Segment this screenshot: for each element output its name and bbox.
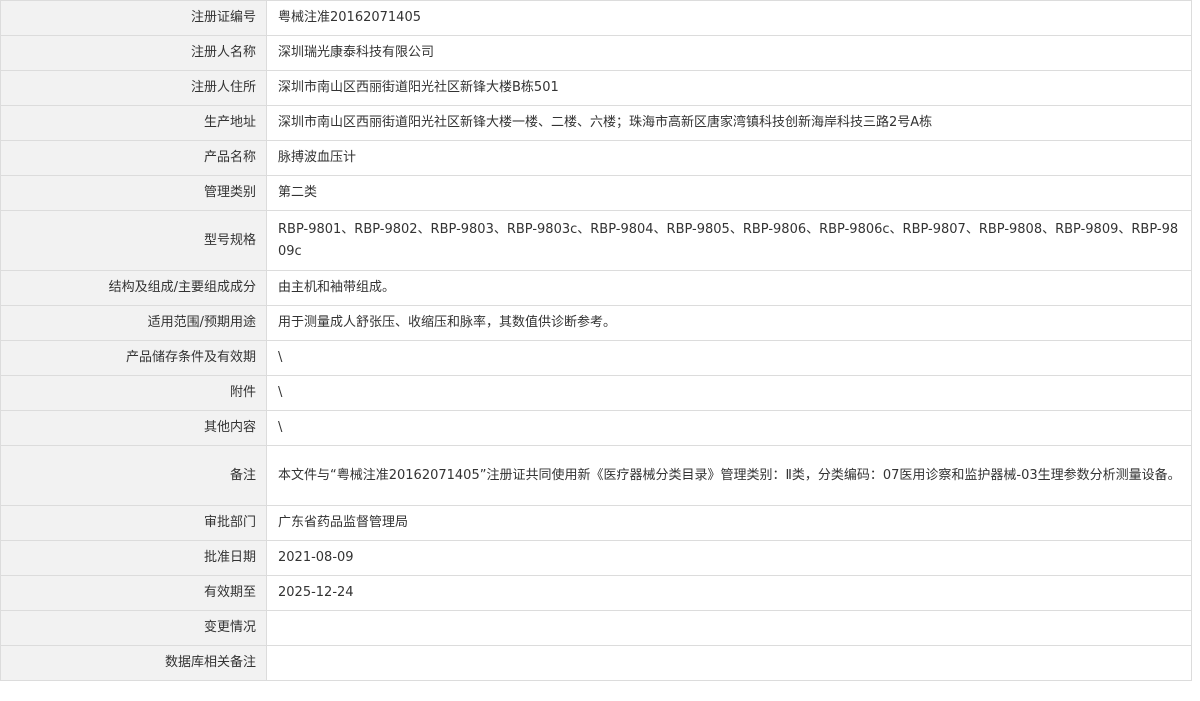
- row-approval-department: 审批部门 广东省药品监督管理局: [0, 505, 1192, 541]
- row-label: 注册证编号: [0, 0, 267, 36]
- row-label: 产品名称: [0, 140, 267, 176]
- row-model-spec: 型号规格 RBP-9801、RBP-9802、RBP-9803、RBP-9803…: [0, 210, 1192, 271]
- row-attachments: 附件 \: [0, 375, 1192, 411]
- row-value: 深圳市南山区西丽街道阳光社区新锋大楼B栋501: [266, 70, 1192, 106]
- row-remarks: 备注 本文件与“粤械注准20162071405”注册证共同使用新《医疗器械分类目…: [0, 445, 1192, 506]
- row-value: \: [266, 375, 1192, 411]
- row-intended-use: 适用范围/预期用途 用于测量成人舒张压、收缩压和脉率，其数值供诊断参考。: [0, 305, 1192, 341]
- row-value: \: [266, 410, 1192, 446]
- row-other-content: 其他内容 \: [0, 410, 1192, 446]
- row-label: 管理类别: [0, 175, 267, 211]
- row-label: 生产地址: [0, 105, 267, 141]
- row-label: 注册人名称: [0, 35, 267, 71]
- row-production-address: 生产地址 深圳市南山区西丽街道阳光社区新锋大楼一楼、二楼、六楼；珠海市高新区唐家…: [0, 105, 1192, 141]
- row-value: 粤械注准20162071405: [266, 0, 1192, 36]
- row-value: 深圳瑞光康泰科技有限公司: [266, 35, 1192, 71]
- row-database-remarks: 数据库相关备注: [0, 645, 1192, 681]
- row-label: 有效期至: [0, 575, 267, 611]
- row-label: 附件: [0, 375, 267, 411]
- row-change-status: 变更情况: [0, 610, 1192, 646]
- row-value: 深圳市南山区西丽街道阳光社区新锋大楼一楼、二楼、六楼；珠海市高新区唐家湾镇科技创…: [266, 105, 1192, 141]
- row-label: 备注: [0, 445, 267, 506]
- row-value: 第二类: [266, 175, 1192, 211]
- row-label: 其他内容: [0, 410, 267, 446]
- row-value: [266, 610, 1192, 646]
- row-value: 广东省药品监督管理局: [266, 505, 1192, 541]
- row-approval-date: 批准日期 2021-08-09: [0, 540, 1192, 576]
- row-registrant-address: 注册人住所 深圳市南山区西丽街道阳光社区新锋大楼B栋501: [0, 70, 1192, 106]
- row-label: 注册人住所: [0, 70, 267, 106]
- row-storage-validity: 产品储存条件及有效期 \: [0, 340, 1192, 376]
- row-label: 审批部门: [0, 505, 267, 541]
- row-label: 批准日期: [0, 540, 267, 576]
- row-value: \: [266, 340, 1192, 376]
- registration-detail-table: 注册证编号 粤械注准20162071405 注册人名称 深圳瑞光康泰科技有限公司…: [0, 0, 1192, 681]
- row-management-class: 管理类别 第二类: [0, 175, 1192, 211]
- row-label: 型号规格: [0, 210, 267, 271]
- row-label: 数据库相关备注: [0, 645, 267, 681]
- row-value: 用于测量成人舒张压、收缩压和脉率，其数值供诊断参考。: [266, 305, 1192, 341]
- row-value: 2025-12-24: [266, 575, 1192, 611]
- row-value: 由主机和袖带组成。: [266, 270, 1192, 306]
- row-registrant-name: 注册人名称 深圳瑞光康泰科技有限公司: [0, 35, 1192, 71]
- row-value: 本文件与“粤械注准20162071405”注册证共同使用新《医疗器械分类目录》管…: [266, 445, 1192, 506]
- row-label: 变更情况: [0, 610, 267, 646]
- row-value: [266, 645, 1192, 681]
- row-label: 产品储存条件及有效期: [0, 340, 267, 376]
- row-label: 结构及组成/主要组成成分: [0, 270, 267, 306]
- row-label: 适用范围/预期用途: [0, 305, 267, 341]
- row-registration-number: 注册证编号 粤械注准20162071405: [0, 0, 1192, 36]
- row-value: RBP-9801、RBP-9802、RBP-9803、RBP-9803c、RBP…: [266, 210, 1192, 271]
- row-product-name: 产品名称 脉搏波血压计: [0, 140, 1192, 176]
- row-structure-composition: 结构及组成/主要组成成分 由主机和袖带组成。: [0, 270, 1192, 306]
- row-value: 2021-08-09: [266, 540, 1192, 576]
- row-value: 脉搏波血压计: [266, 140, 1192, 176]
- row-valid-until: 有效期至 2025-12-24: [0, 575, 1192, 611]
